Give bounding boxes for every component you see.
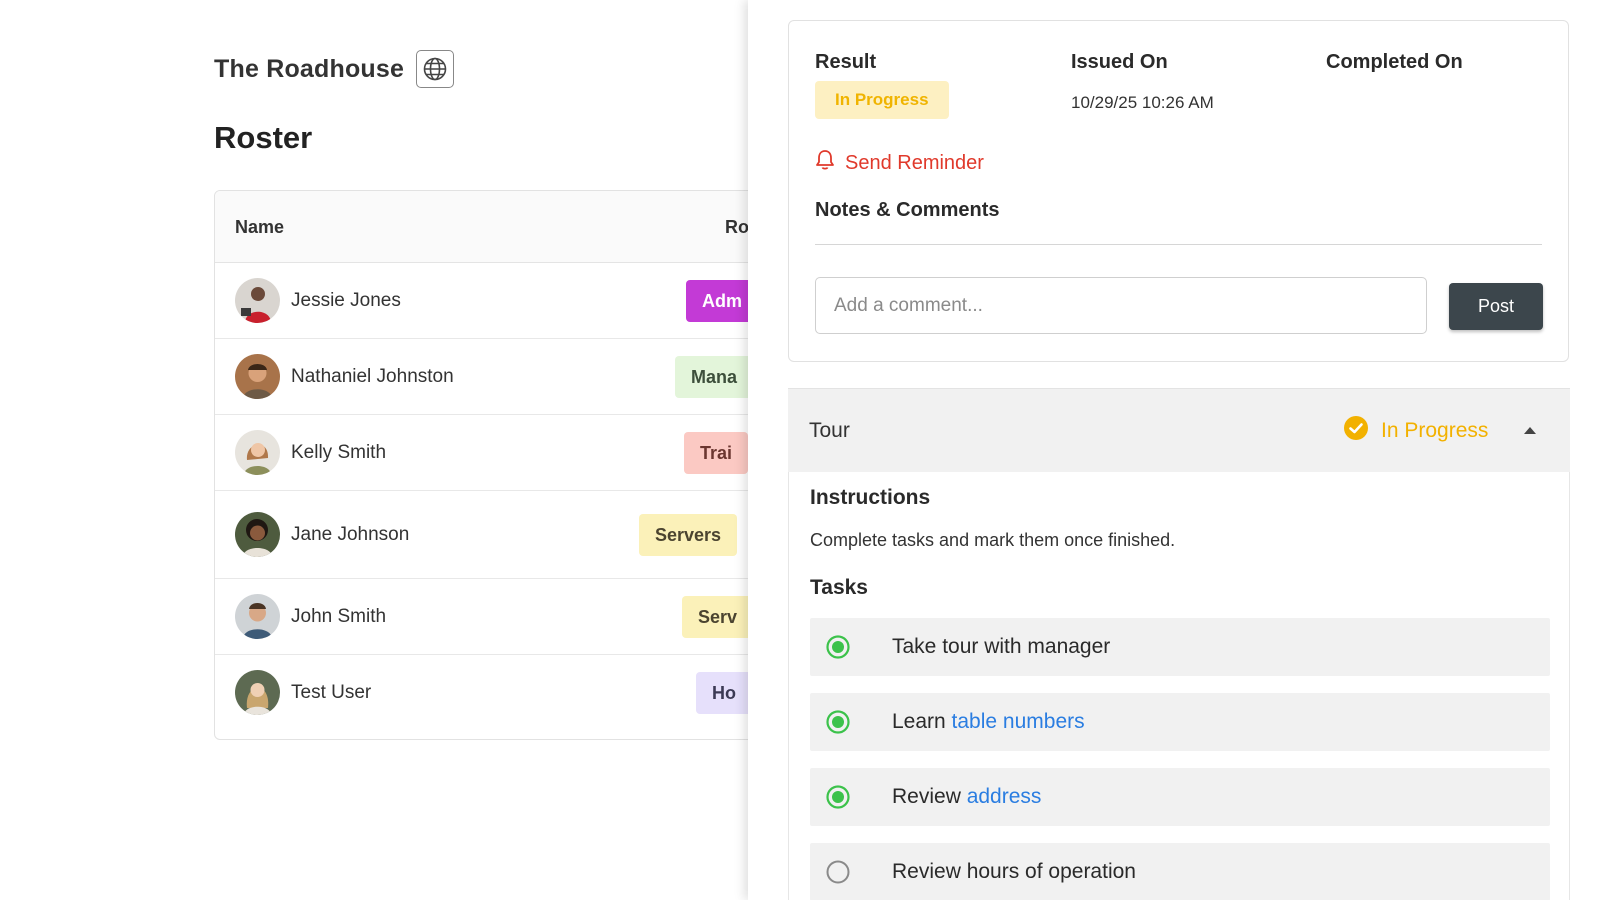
role-badge: Adm xyxy=(686,280,750,322)
role-badge: Trai xyxy=(684,432,749,474)
role-badge: Servers xyxy=(639,514,738,556)
tour-status-label: In Progress xyxy=(1381,419,1489,442)
radio-unchecked-icon[interactable] xyxy=(826,860,850,884)
task-label: Review hours of operation xyxy=(892,860,1136,883)
status-badge: In Progress xyxy=(815,81,949,119)
person-name: Jessie Jones xyxy=(291,290,401,311)
task-item[interactable]: Review address xyxy=(810,768,1550,826)
completed-on-label: Completed On xyxy=(1326,51,1463,73)
table-row[interactable]: Jessie Jones Adm xyxy=(215,263,750,339)
person-name: Jane Johnson xyxy=(291,524,410,545)
table-row[interactable]: Nathaniel Johnston Mana xyxy=(215,339,750,415)
issued-on-value: 10/29/25 10:26 AM xyxy=(1071,93,1214,112)
page-title: Roster xyxy=(214,120,313,155)
globe-icon[interactable] xyxy=(416,50,455,88)
table-row[interactable]: Test User Ho xyxy=(215,655,750,731)
person-name: Kelly Smith xyxy=(291,442,387,463)
org-header: The Roadhouse xyxy=(214,50,455,88)
bell-icon xyxy=(815,149,835,177)
task-link[interactable]: address xyxy=(967,785,1042,808)
collapse-caret-icon[interactable] xyxy=(1522,423,1538,437)
table-header: Name Ro xyxy=(215,191,750,263)
person-name: John Smith xyxy=(291,606,387,627)
send-reminder-label: Send Reminder xyxy=(845,151,984,174)
result-label: Result xyxy=(815,51,877,73)
radio-checked-icon[interactable] xyxy=(826,710,850,734)
table-row[interactable]: Kelly Smith Trai xyxy=(215,415,750,491)
notes-title: Notes & Comments xyxy=(815,199,1000,221)
task-item[interactable]: Take tour with manager xyxy=(810,618,1550,676)
org-name: The Roadhouse xyxy=(214,54,405,83)
check-circle-icon xyxy=(1343,415,1369,447)
divider xyxy=(815,244,1542,245)
roster-table: Name Ro Jessie Jones Adm Nathaniel Johns… xyxy=(214,190,750,740)
table-row[interactable]: John Smith Serv xyxy=(215,579,750,655)
tour-accordion-header[interactable]: Tour In Progress xyxy=(788,388,1570,472)
result-card: Result Issued On Completed On In Progres… xyxy=(788,20,1569,362)
avatar xyxy=(235,430,280,475)
table-row[interactable]: Jane Johnson Servers xyxy=(215,491,750,579)
send-reminder-button[interactable]: Send Reminder xyxy=(815,149,984,177)
comment-input[interactable] xyxy=(815,277,1427,334)
task-link[interactable]: table numbers xyxy=(952,710,1085,733)
column-header-role[interactable]: Ro xyxy=(725,217,749,238)
task-label-text: Learn xyxy=(892,710,952,733)
column-header-name[interactable]: Name xyxy=(235,217,284,238)
tour-title: Tour xyxy=(809,419,850,442)
role-badge: Mana xyxy=(675,356,750,398)
avatar xyxy=(235,354,280,399)
task-label: Learn table numbers xyxy=(892,710,1085,734)
avatar xyxy=(235,670,280,715)
role-badge: Ho xyxy=(696,672,750,714)
radio-checked-icon[interactable] xyxy=(826,785,850,809)
task-item[interactable]: Review hours of operation xyxy=(810,843,1550,900)
post-button[interactable]: Post xyxy=(1449,283,1543,330)
task-label: Take tour with manager xyxy=(892,635,1111,658)
avatar xyxy=(235,594,280,639)
instructions-text: Complete tasks and mark them once finish… xyxy=(810,530,1176,550)
roster-page: The Roadhouse Roster Name Ro Jessie Jone… xyxy=(0,0,750,900)
radio-checked-icon[interactable] xyxy=(826,635,850,659)
person-name: Test User xyxy=(291,682,372,703)
task-item[interactable]: Learn table numbers xyxy=(810,693,1550,751)
issued-on-label: Issued On xyxy=(1071,51,1168,73)
tour-accordion-body: Instructions Complete tasks and mark the… xyxy=(788,472,1570,900)
tour-status: In Progress xyxy=(1343,415,1488,447)
role-badge: Serv xyxy=(682,596,750,638)
task-label: Review address xyxy=(892,785,1041,809)
avatar xyxy=(235,512,280,557)
tasks-title: Tasks xyxy=(810,576,868,599)
detail-drawer: Result Issued On Completed On In Progres… xyxy=(748,0,1600,900)
instructions-title: Instructions xyxy=(810,486,931,509)
avatar xyxy=(235,278,280,323)
task-label-text: Review xyxy=(892,785,967,808)
person-name: Nathaniel Johnston xyxy=(291,366,454,387)
